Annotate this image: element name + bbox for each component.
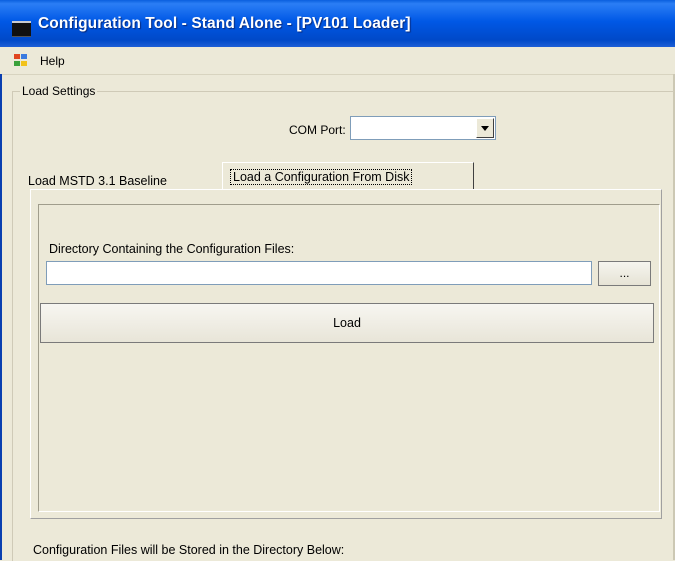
menu-help[interactable]: Help [40, 54, 65, 68]
load-settings-label: Load Settings [20, 84, 98, 98]
title-bar: Configuration Tool - Stand Alone - [PV10… [0, 0, 675, 47]
com-port-label: COM Port: [289, 123, 346, 137]
chevron-down-icon[interactable] [476, 118, 494, 138]
tab-load-config-from-disk-label: Load a Configuration From Disk [230, 169, 413, 185]
window-title: Configuration Tool - Stand Alone - [PV10… [38, 15, 411, 32]
menu-help-label: Help [40, 54, 65, 68]
browse-button[interactable]: ... [598, 261, 651, 286]
tab-load-mstd-baseline[interactable]: Load MSTD 3.1 Baseline [28, 174, 167, 188]
com-port-select[interactable] [350, 116, 496, 140]
directory-label: Directory Containing the Configuration F… [49, 242, 295, 256]
window-left-edge [0, 74, 2, 560]
app-icon [12, 21, 31, 37]
mdi-window-icon[interactable] [14, 54, 28, 67]
menu-bar: Help [0, 47, 675, 75]
tab-load-config-from-disk[interactable]: Load a Configuration From Disk [222, 162, 474, 190]
load-button[interactable]: Load [40, 303, 654, 343]
directory-input[interactable] [46, 261, 592, 285]
storage-directory-label: Configuration Files will be Stored in th… [33, 543, 345, 557]
